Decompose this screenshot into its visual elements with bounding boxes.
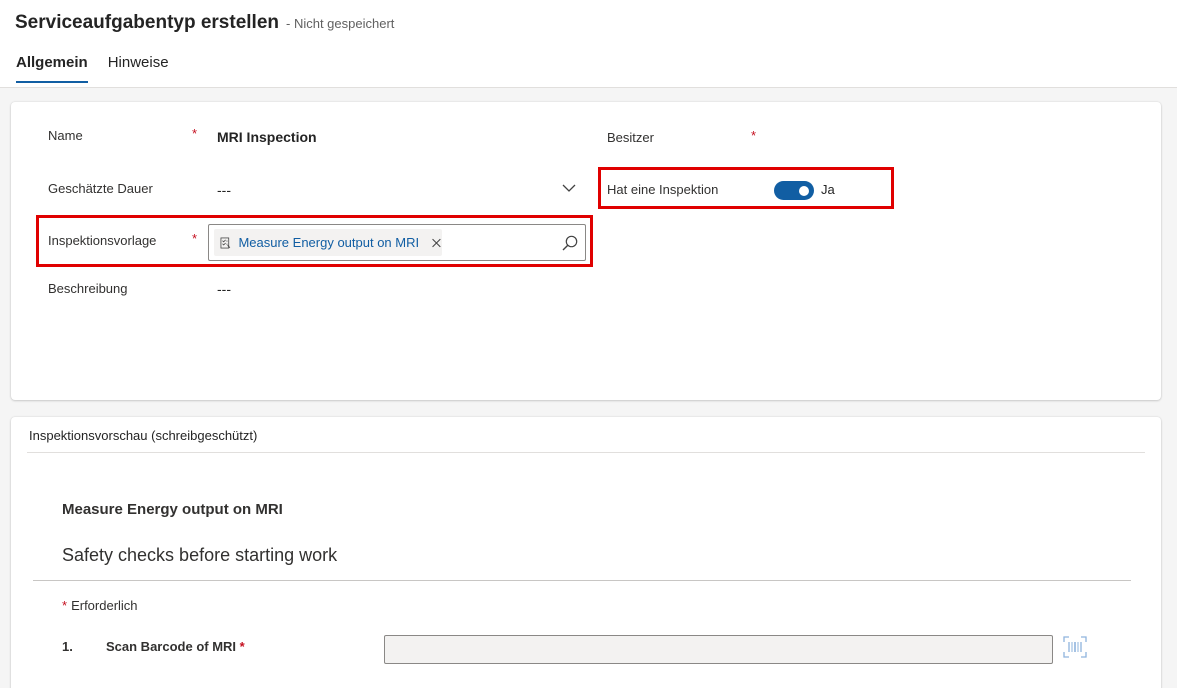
barcode-scan-icon[interactable] <box>1063 636 1087 658</box>
chevron-down-icon[interactable] <box>562 184 576 193</box>
question-required-marker: * <box>239 639 245 654</box>
inspection-template-label: Inspektionsvorlage <box>48 233 157 248</box>
required-note-star: * <box>62 598 68 613</box>
has-inspection-label: Hat eine Inspektion <box>607 182 719 197</box>
name-label: Name <box>48 128 83 143</box>
inspection-section-title: Safety checks before starting work <box>62 545 338 565</box>
inspection-name: Measure Energy output on MRI <box>62 501 283 518</box>
remove-icon[interactable] <box>431 236 442 250</box>
description-label: Beschreibung <box>48 281 128 296</box>
preview-header-divider <box>27 452 1145 453</box>
has-inspection-toggle[interactable] <box>774 181 814 200</box>
inspection-template-required-marker: * <box>192 231 198 246</box>
selected-template-tag[interactable]: Measure Energy output on MRI <box>214 229 442 256</box>
save-status: - Nicht gespeichert <box>286 16 395 31</box>
page-title: Serviceaufgabentyp erstellen <box>15 12 279 33</box>
has-inspection-value: Ja <box>821 182 835 197</box>
duration-label: Geschätzte Dauer <box>48 181 153 196</box>
search-icon[interactable] <box>561 234 579 252</box>
question-number: 1. <box>62 639 73 654</box>
tab-bar: Allgemein Hinweise <box>16 54 189 83</box>
tab-hinweise[interactable]: Hinweise <box>108 54 169 83</box>
required-note: * Erforderlich <box>62 598 138 613</box>
name-field[interactable]: MRI Inspection <box>217 129 317 145</box>
toggle-knob <box>799 185 809 196</box>
title-row: Serviceaufgabentyp erstellen - Nicht ges… <box>15 12 394 34</box>
barcode-input <box>384 635 1053 664</box>
template-icon <box>220 237 231 248</box>
inspection-preview-section: Inspektionsvorschau (schreibgeschützt) M… <box>11 417 1161 688</box>
general-section: Name * MRI Inspection Besitzer * Geschät… <box>11 102 1161 400</box>
preview-title: Inspektionsvorschau (schreibgeschützt) <box>29 428 258 443</box>
owner-required-marker: * <box>751 128 757 143</box>
question-label: Scan Barcode of MRI <box>106 639 237 654</box>
page-header: Serviceaufgabentyp erstellen - Nicht ges… <box>0 0 1177 88</box>
question-text: Scan Barcode of MRI * <box>106 639 245 654</box>
name-required-marker: * <box>192 126 198 141</box>
tab-allgemein[interactable]: Allgemein <box>16 54 88 83</box>
duration-select[interactable]: --- <box>217 182 231 198</box>
template-link[interactable]: Measure Energy output on MRI <box>238 235 419 250</box>
description-field[interactable]: --- <box>217 281 231 297</box>
inspection-template-lookup[interactable]: Measure Energy output on MRI <box>208 224 586 261</box>
section-divider <box>33 580 1131 581</box>
owner-label: Besitzer <box>607 130 654 145</box>
required-note-text: Erforderlich <box>71 598 138 613</box>
